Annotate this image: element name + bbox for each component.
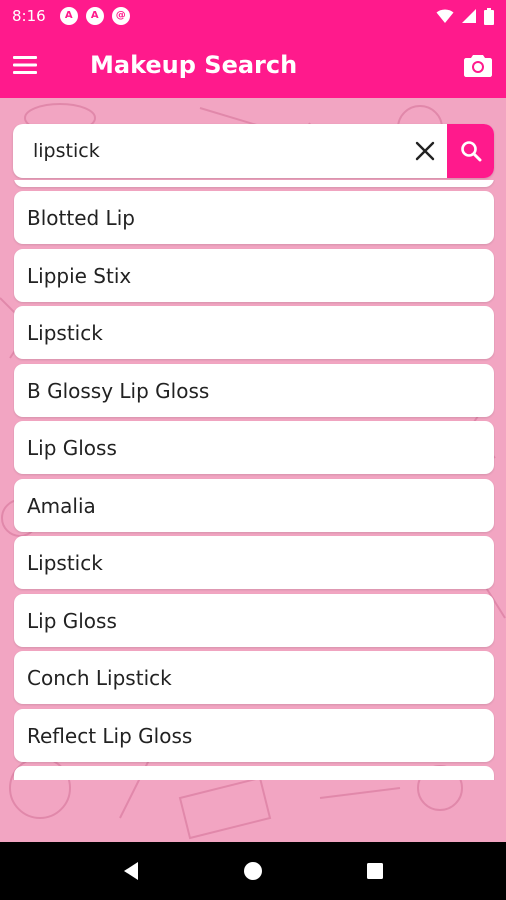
cell-signal-icon [462, 9, 476, 23]
status-left: 8:16 A A @ [12, 7, 130, 25]
results-list: Blotted Lip Lippie Stix Lipstick B Gloss… [13, 180, 495, 780]
list-item[interactable]: Conch Lipstick [14, 651, 494, 704]
notification-icon-glyph: @ [115, 10, 126, 21]
list-item[interactable]: Amalia [14, 479, 494, 532]
search-button[interactable] [447, 124, 494, 178]
notification-icon: A [59, 7, 78, 25]
notification-icon: A [85, 7, 104, 25]
list-item[interactable]: Lipstick [14, 306, 494, 359]
menu-button[interactable] [0, 32, 50, 98]
list-item[interactable]: Lipstick [14, 536, 494, 589]
battery-icon [484, 7, 494, 25]
list-item[interactable]: Lip Gloss [14, 594, 494, 647]
close-icon [415, 141, 435, 161]
hamburger-menu-icon [13, 56, 37, 74]
back-icon[interactable] [122, 861, 140, 881]
notification-icon-glyph: A [90, 10, 99, 21]
home-icon[interactable] [243, 861, 263, 881]
list-item[interactable]: Reflect Lip Gloss [14, 709, 494, 762]
status-right [436, 7, 494, 25]
camera-icon [464, 55, 492, 77]
recents-icon[interactable] [366, 862, 384, 880]
clear-search-button[interactable] [403, 124, 447, 178]
search-input[interactable] [33, 131, 393, 171]
list-item[interactable]: Lippie Stix [14, 249, 494, 302]
search-icon [460, 141, 481, 162]
list-item[interactable] [14, 766, 494, 780]
list-item[interactable]: Lip Gloss [14, 421, 494, 474]
list-item[interactable]: Blotted Lip [14, 191, 494, 244]
status-bar: 8:16 A A @ [0, 0, 506, 32]
system-nav-bar [0, 842, 506, 900]
wifi-icon [436, 9, 454, 23]
content-area: Blotted Lip Lippie Stix Lipstick B Gloss… [0, 98, 506, 842]
status-time: 8:16 [12, 7, 46, 25]
app-bar: Makeup Search [0, 32, 506, 98]
list-item[interactable] [14, 180, 494, 187]
app-title: Makeup Search [90, 51, 298, 79]
notification-icon-glyph: A [64, 10, 73, 21]
camera-button[interactable] [450, 32, 506, 98]
notification-icon: @ [111, 7, 130, 25]
list-item[interactable]: B Glossy Lip Gloss [14, 364, 494, 417]
search-bar [13, 124, 494, 178]
